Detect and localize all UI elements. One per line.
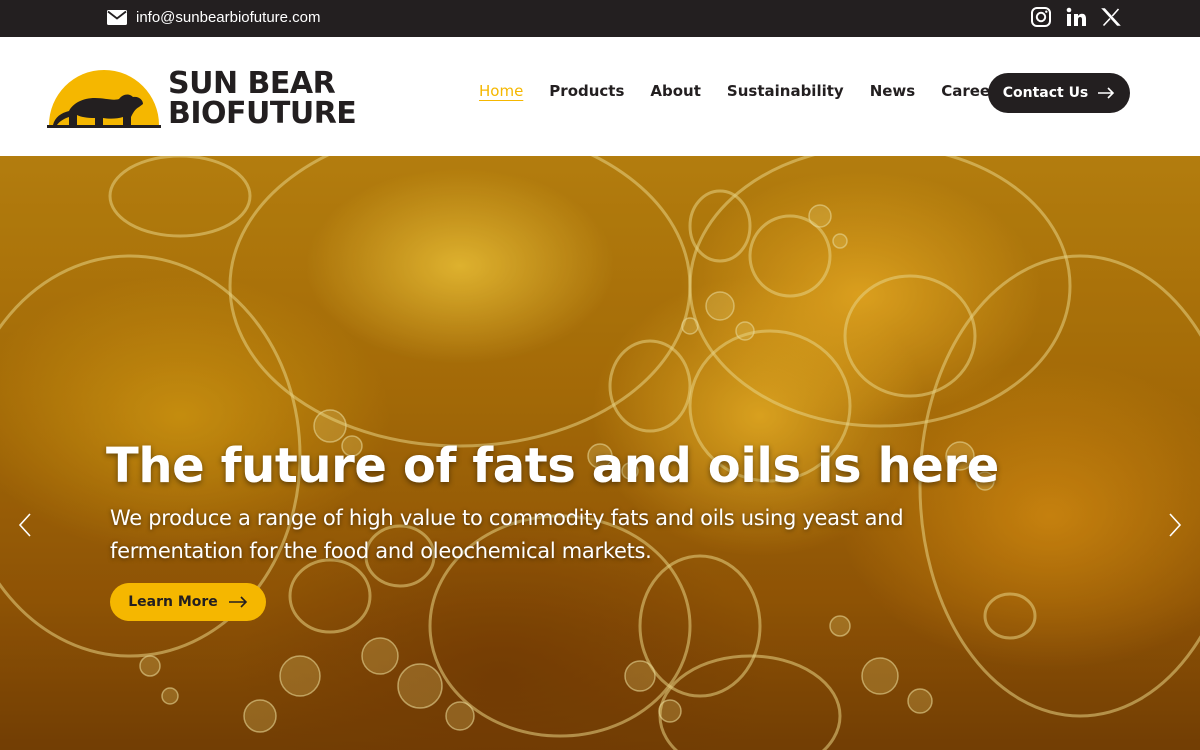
logo-line-2: BIOFUTURE [168,96,357,131]
top-bar: info@sunbearbiofuture.com [0,0,1200,37]
hero-subtitle: We produce a range of high value to comm… [110,506,904,563]
nav-item-about[interactable]: About [650,82,701,100]
logo-line-1: SUN BEAR [168,66,336,101]
nav-item-news[interactable]: News [870,82,916,100]
x-icon[interactable] [1100,6,1122,28]
main-nav: Home Products About Sustainability News … [479,82,1032,100]
chevron-left-icon[interactable] [16,512,34,538]
hero-banner: The future of fats and oils is here We p… [0,156,1200,750]
email-link[interactable]: info@sunbearbiofuture.com [107,9,321,26]
sun-bear-logo-icon [47,70,161,128]
site-logo[interactable]: SUN BEAR BIOFUTURE [47,67,357,129]
contact-us-button[interactable]: Contact Us [988,73,1130,113]
contact-us-label: Contact Us [1002,85,1089,101]
site-header: SUN BEAR BIOFUTURE Home Products About S… [0,37,1200,156]
linkedin-icon[interactable] [1065,6,1087,28]
email-text: info@sunbearbiofuture.com [136,9,321,26]
learn-more-label: Learn More [128,594,218,610]
nav-item-sustainability[interactable]: Sustainability [727,82,844,100]
mail-icon [107,10,127,25]
nav-item-products[interactable]: Products [549,82,624,100]
social-links [1030,6,1122,28]
chevron-right-icon[interactable] [1166,512,1184,538]
nav-item-home[interactable]: Home [479,82,523,100]
logo-wordmark: SUN BEAR BIOFUTURE [168,66,357,131]
instagram-icon[interactable] [1030,6,1052,28]
hero-title: The future of fats and oils is here [106,438,999,494]
learn-more-button[interactable]: Learn More [110,583,266,621]
arrow-right-icon [228,596,247,608]
arrow-right-icon [1098,87,1115,99]
